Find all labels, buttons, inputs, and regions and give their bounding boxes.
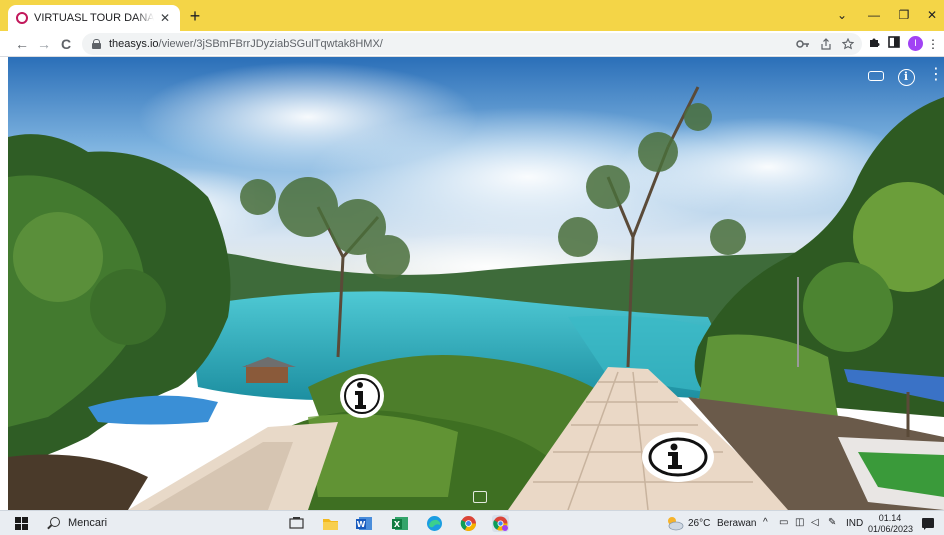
weather-condition[interactable]: Berawan	[717, 518, 756, 529]
share-icon[interactable]	[820, 38, 832, 50]
forward-button[interactable]: →	[34, 34, 54, 54]
url-path: /viewer/3jSBmFBrrJDyziabSGulTqwtak8HMX/	[158, 38, 383, 50]
svg-text:X: X	[394, 520, 401, 529]
network-icon[interactable]: ◫	[795, 517, 804, 528]
back-button[interactable]: ←	[12, 34, 32, 54]
weather-cloud-icon[interactable]	[666, 515, 684, 531]
svg-text:W: W	[357, 520, 366, 529]
star-icon[interactable]	[842, 38, 854, 50]
pen-icon[interactable]: ✎	[828, 517, 836, 528]
panorama-viewer[interactable]: i ⋮	[8, 57, 944, 510]
chrome-profile-icon[interactable]	[492, 515, 509, 532]
browser-toolbar: ← → C theasys.io /viewer/3jSBmFBrrJDyzia…	[0, 31, 944, 57]
panorama-image[interactable]	[8, 57, 944, 510]
chevron-up-icon[interactable]: ^	[763, 517, 768, 528]
tab-strip: VIRTUASL TOUR DANAU NAPABALE ✕ + ⌄ — ❐ ✕	[0, 0, 944, 31]
weather-temp[interactable]: 26°C	[688, 518, 710, 529]
circle-favicon-icon	[16, 12, 28, 24]
excel-icon[interactable]: X	[392, 515, 409, 532]
restore-button[interactable]: ❐	[894, 6, 914, 24]
sidepanel-icon[interactable]	[884, 34, 904, 54]
browser-menu-icon[interactable]: ⋮	[926, 34, 940, 54]
minimize-button[interactable]: —	[864, 6, 884, 24]
address-bar[interactable]: theasys.io /viewer/3jSBmFBrrJDyziabSGulT…	[82, 33, 862, 55]
word-icon[interactable]: W	[356, 515, 373, 532]
key-icon[interactable]	[796, 39, 810, 49]
close-window-button[interactable]: ✕	[922, 6, 942, 24]
info-hotspot[interactable]	[640, 429, 716, 485]
gyroscope-icon[interactable]	[473, 491, 487, 503]
search-icon[interactable]	[50, 517, 60, 527]
more-icon[interactable]: ⋮	[926, 65, 944, 85]
edge-icon[interactable]	[426, 515, 443, 532]
profile-avatar[interactable]: I	[908, 36, 923, 51]
vr-icon[interactable]	[866, 65, 886, 85]
clock[interactable]: 01.14 01/06/2023	[868, 513, 914, 535]
notification-icon[interactable]	[922, 518, 934, 530]
lock-icon[interactable]	[92, 39, 101, 49]
task-view-icon[interactable]	[288, 515, 305, 532]
speaker-icon[interactable]: ◁	[811, 517, 819, 528]
tab-title: VIRTUASL TOUR DANAU NAPABALE	[34, 12, 154, 24]
windows-start-icon[interactable]	[15, 517, 28, 530]
info-icon[interactable]: i	[896, 65, 916, 86]
close-tab-icon[interactable]: ✕	[158, 11, 172, 25]
browser-tab[interactable]: VIRTUASL TOUR DANAU NAPABALE ✕	[8, 5, 180, 31]
url-host: theasys.io	[109, 38, 159, 50]
battery-icon[interactable]: ▭	[779, 517, 788, 528]
new-tab-button[interactable]: +	[186, 7, 204, 25]
info-hotspot[interactable]	[338, 372, 386, 420]
tab-search-dropdown-icon[interactable]: ⌄	[832, 6, 852, 24]
chrome-icon[interactable]	[460, 515, 477, 532]
taskbar: Mencari W X 26°C Berawan ^ ▭ ◫ ◁ ✎ IND 0…	[0, 510, 944, 535]
clock-date: 01/06/2023	[868, 524, 914, 534]
taskbar-search[interactable]: Mencari	[68, 517, 107, 529]
extensions-icon[interactable]	[864, 34, 884, 54]
reload-button[interactable]: C	[56, 34, 76, 54]
language-indicator[interactable]: IND	[846, 518, 863, 529]
file-explorer-icon[interactable]	[322, 515, 339, 532]
clock-time: 01.14	[878, 513, 902, 523]
